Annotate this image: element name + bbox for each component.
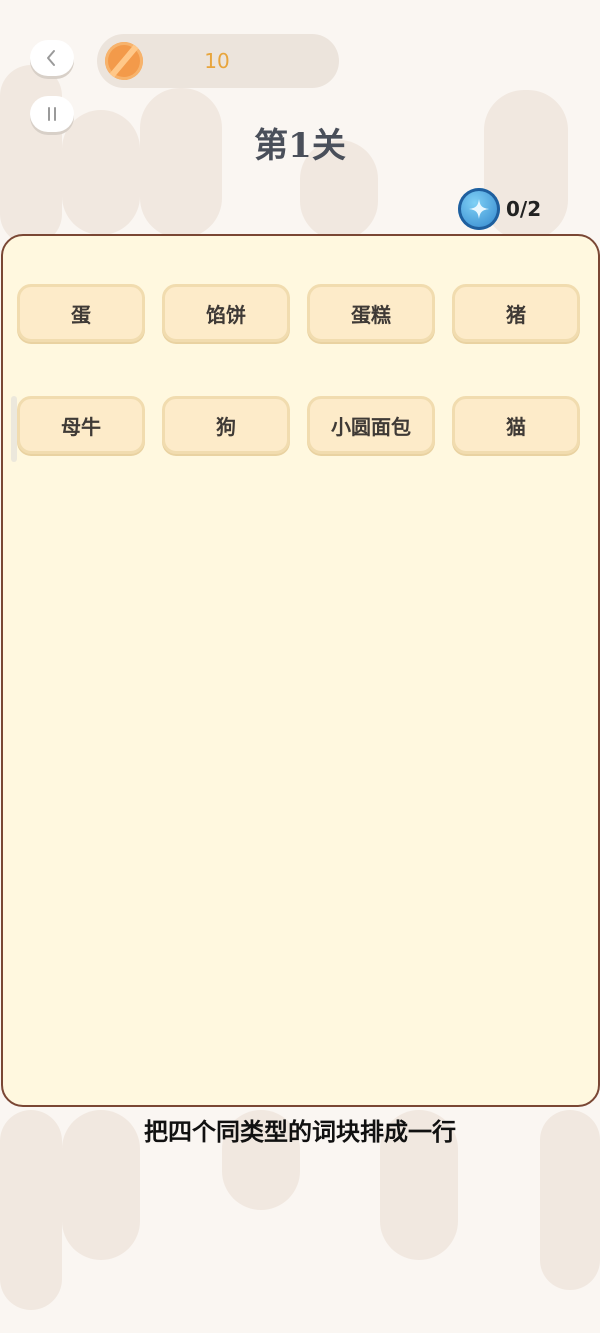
level-title: 第1关 [254,126,346,166]
word-tile[interactable]: 母牛 [17,396,145,454]
chevron-left-icon [47,50,55,66]
word-tile[interactable]: 蛋糕 [307,284,435,342]
word-tile[interactable]: 蛋 [17,284,145,342]
word-tile[interactable]: 猫 [452,396,580,454]
back-button[interactable] [30,40,74,76]
word-tile[interactable]: 馅饼 [162,284,290,342]
sparkle-icon [469,199,489,219]
game-board [1,234,600,1107]
word-tile[interactable]: 狗 [162,396,290,454]
word-tile[interactable]: 猪 [452,284,580,342]
coin-value: 10 [204,49,230,73]
coin-icon [105,42,143,80]
word-tile[interactable]: 小圆面包 [307,396,435,454]
gem-counter: 0/2 [458,188,541,230]
gem-icon [458,188,500,230]
coin-counter: 10 [97,34,339,88]
instruction-text: 把四个同类型的词块排成一行 [144,1118,456,1146]
gem-progress: 0/2 [506,197,542,221]
